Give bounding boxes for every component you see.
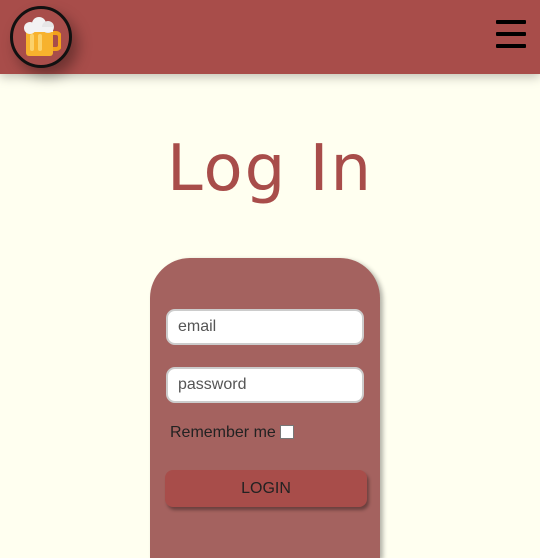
remember-me-label: Remember me [170, 424, 276, 441]
page-title: Log In [166, 132, 374, 206]
menu-bar [496, 20, 526, 24]
logo-button[interactable] [10, 6, 72, 68]
hamburger-menu-icon[interactable] [496, 20, 526, 52]
menu-bar [496, 32, 526, 36]
password-input[interactable] [166, 367, 364, 403]
email-input[interactable] [166, 309, 364, 345]
menu-bar [496, 44, 526, 48]
login-form-card: Remember me LOGIN [150, 258, 380, 558]
remember-me-row: Remember me [170, 424, 294, 442]
top-navbar [0, 0, 540, 74]
beer-mug-icon [24, 17, 61, 56]
remember-me-checkbox[interactable] [279, 425, 294, 439]
login-button[interactable]: LOGIN [165, 470, 367, 507]
